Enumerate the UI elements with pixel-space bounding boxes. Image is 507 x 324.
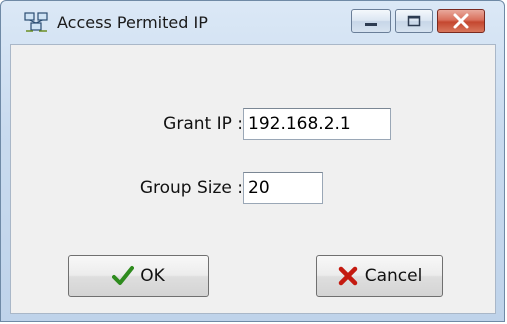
maximize-icon — [407, 15, 421, 27]
close-button[interactable] — [437, 9, 485, 33]
maximize-button[interactable] — [395, 9, 433, 33]
dialog-window: Access Permited IP Grant IP : 192.168.2.… — [0, 0, 505, 322]
grant-ip-input[interactable]: 192.168.2.1 — [243, 108, 391, 140]
cancel-label: Cancel — [364, 266, 423, 286]
cancel-button[interactable]: Cancel — [316, 255, 443, 297]
minimize-button[interactable] — [351, 9, 391, 33]
close-icon — [453, 13, 469, 29]
checkmark-icon — [112, 265, 135, 287]
dialog-content: Grant IP : 192.168.2.1 Group Size : 20 O… — [10, 44, 496, 314]
x-icon — [337, 265, 359, 287]
ok-label: OK — [140, 266, 165, 286]
network-computers-icon — [23, 11, 51, 33]
group-size-label: Group Size : — [139, 178, 243, 198]
group-size-input[interactable]: 20 — [243, 172, 323, 204]
grant-ip-label: Grant IP : — [163, 114, 243, 134]
minimize-icon — [365, 23, 377, 26]
ok-button[interactable]: OK — [68, 255, 209, 297]
title-bar[interactable]: Access Permited IP — [1, 1, 504, 43]
window-title: Access Permited IP — [57, 13, 208, 32]
